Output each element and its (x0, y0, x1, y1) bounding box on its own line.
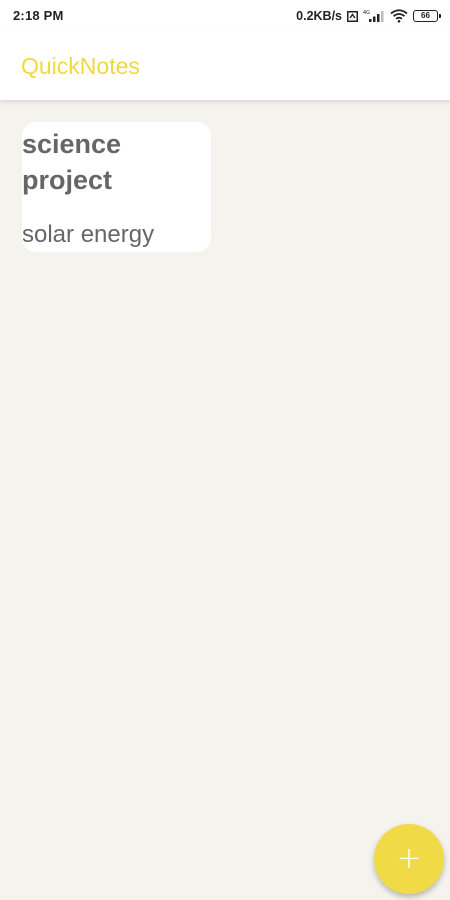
status-icons: 0.2KB/s 4G 66 (296, 6, 441, 26)
network-speed: 0.2KB/s (296, 9, 342, 23)
notes-list: science project solar energy (0, 100, 450, 900)
note-card[interactable]: science project solar energy (22, 122, 211, 252)
battery-level: 66 (421, 11, 430, 20)
svg-text:4G: 4G (363, 10, 370, 16)
wifi-icon (390, 9, 408, 23)
plus-icon: + (396, 841, 422, 876)
app-title: QuickNotes (21, 53, 140, 79)
status-bar: 2:18 PM 0.2KB/s 4G 66 (0, 0, 450, 32)
note-title: science project (22, 129, 122, 195)
add-note-button[interactable]: + (374, 824, 444, 894)
battery-icon: 66 (413, 10, 441, 22)
cellular-signal-icon: 4G (363, 9, 385, 23)
status-time: 2:18 PM (13, 8, 64, 23)
note-body: solar energy (22, 221, 155, 248)
data-saver-icon (347, 10, 358, 22)
app-bar: QuickNotes (0, 32, 450, 100)
